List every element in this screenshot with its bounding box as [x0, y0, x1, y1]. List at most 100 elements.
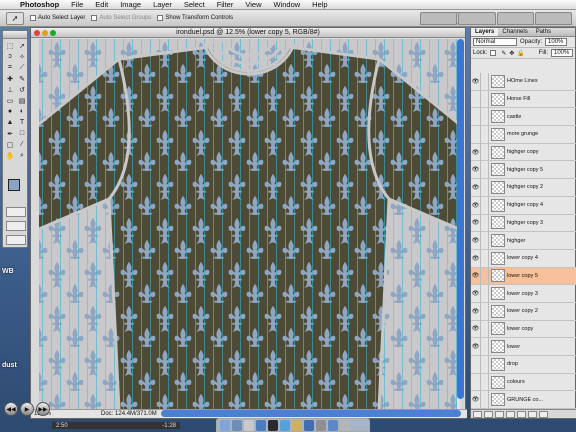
app-menu[interactable]: Photoshop: [14, 0, 65, 9]
lock-all-icon[interactable]: 🔒: [517, 50, 524, 57]
zoom-tool-icon[interactable]: ⌕: [16, 150, 28, 161]
layer-link-cell[interactable]: [481, 391, 489, 409]
layer-row[interactable]: colours: [471, 373, 576, 392]
layer-link-cell[interactable]: [481, 143, 489, 161]
desktop-label-wb[interactable]: WB: [2, 268, 14, 275]
dock-app-icon[interactable]: [280, 420, 290, 431]
layer-row[interactable]: 👁 lower copy: [471, 320, 576, 339]
screen-mode-button[interactable]: [6, 221, 26, 231]
layer-link-cell[interactable]: [481, 249, 489, 267]
eraser-tool-icon[interactable]: ▭: [4, 95, 16, 106]
menu-help[interactable]: Help: [306, 0, 333, 9]
dock-app-icon[interactable]: [328, 420, 338, 431]
document-titlebar[interactable]: ironduel.psd @ 12.5% (lower copy 5, RGB/…: [31, 28, 465, 38]
layer-link-cell[interactable]: [481, 214, 489, 232]
dock-app-icon[interactable]: [268, 420, 278, 431]
eyedropper-tool-icon[interactable]: ⁄: [16, 139, 28, 150]
layer-row[interactable]: 👁 GRUNGE co...: [471, 391, 576, 410]
dock-app-icon[interactable]: [256, 420, 266, 431]
layer-row[interactable]: 👁 highger: [471, 232, 576, 250]
layer-link-cell[interactable]: [481, 196, 489, 214]
layer-row[interactable]: 👁 lower copy 2: [471, 302, 576, 321]
menu-select[interactable]: Select: [178, 0, 211, 9]
clone-stamp-tool-icon[interactable]: ⊥: [4, 84, 16, 95]
new-layer-button[interactable]: [528, 411, 537, 418]
playback-progress-bar[interactable]: 2:50 -1:28: [52, 422, 180, 429]
gradient-tool-icon[interactable]: ▤: [16, 95, 28, 106]
visibility-eye-icon[interactable]: 👁: [471, 232, 481, 249]
menu-filter[interactable]: Filter: [211, 0, 240, 9]
layer-row[interactable]: 👁 HOme Lines: [471, 73, 576, 91]
quick-mask-button[interactable]: [6, 207, 26, 217]
new-group-button[interactable]: [506, 411, 515, 418]
dock-trash-icon[interactable]: [340, 420, 350, 431]
dock-app-icon[interactable]: [292, 420, 302, 431]
add-mask-button[interactable]: [495, 411, 504, 418]
lock-position-icon[interactable]: ✥: [509, 50, 514, 57]
layer-row[interactable]: 👁 highger copy 5: [471, 161, 576, 180]
visibility-eye-icon[interactable]: 👁: [471, 196, 481, 214]
layer-style-button[interactable]: [484, 411, 493, 418]
menu-edit[interactable]: Edit: [89, 0, 114, 9]
menu-file[interactable]: File: [65, 0, 89, 9]
visibility-eye-icon[interactable]: 👁: [471, 302, 481, 320]
dock-app-icon[interactable]: [232, 420, 242, 431]
visibility-eye-icon[interactable]: 👁: [471, 179, 481, 196]
zoom-button[interactable]: [50, 30, 56, 36]
layer-link-cell[interactable]: [481, 302, 489, 320]
delete-layer-button[interactable]: [539, 411, 548, 418]
dock-app-icon[interactable]: [316, 420, 326, 431]
visibility-eye-icon[interactable]: 👁: [471, 391, 481, 409]
canvas[interactable]: [39, 39, 459, 410]
layer-row[interactable]: castle: [471, 108, 576, 127]
visibility-eye-icon[interactable]: [471, 356, 481, 373]
blend-mode-select[interactable]: Normal: [473, 38, 517, 46]
visibility-eye-icon[interactable]: 👁: [471, 267, 481, 285]
dock-finder-icon[interactable]: [220, 420, 230, 431]
layer-row[interactable]: 👁 lower copy 3: [471, 285, 576, 303]
fill-input[interactable]: 100%: [551, 49, 573, 57]
layer-row[interactable]: 👁 lower: [471, 338, 576, 356]
layer-link-cell[interactable]: [481, 267, 489, 285]
tab-layers[interactable]: Layers: [471, 28, 499, 36]
visibility-eye-icon[interactable]: [471, 90, 481, 108]
palette-well-tab[interactable]: [420, 12, 458, 25]
dock-app-icon[interactable]: [304, 420, 314, 431]
path-selection-tool-icon[interactable]: ▲: [4, 117, 16, 128]
hand-tool-icon[interactable]: ✋: [4, 150, 16, 161]
layer-link-cell[interactable]: [481, 320, 489, 338]
visibility-eye-icon[interactable]: [471, 108, 481, 126]
lock-transparency-checkbox[interactable]: [490, 50, 497, 56]
vertical-scroll-thumb[interactable]: [457, 39, 464, 399]
visibility-eye-icon[interactable]: 👁: [471, 161, 481, 179]
slice-tool-icon[interactable]: ⟋: [16, 62, 28, 73]
dock-app-icon[interactable]: [244, 420, 254, 431]
menu-image[interactable]: Image: [114, 0, 147, 9]
visibility-eye-icon[interactable]: [471, 373, 481, 391]
visibility-eye-icon[interactable]: 👁: [471, 143, 481, 161]
adjustment-layer-button[interactable]: [517, 411, 526, 418]
shape-tool-icon[interactable]: □: [16, 128, 28, 139]
layer-row[interactable]: 👁 highger copy 4: [471, 196, 576, 215]
play-pause-icon[interactable]: ▶: [20, 402, 34, 416]
healing-brush-tool-icon[interactable]: ✚: [4, 73, 16, 84]
brush-tool-icon[interactable]: ✎: [16, 73, 28, 84]
palette-well-tab[interactable]: [458, 12, 496, 25]
previous-track-icon[interactable]: ◀◀: [4, 402, 18, 416]
move-tool-preset-icon[interactable]: ➚: [6, 11, 24, 25]
layer-link-cell[interactable]: [481, 179, 489, 196]
visibility-eye-icon[interactable]: 👁: [471, 320, 481, 338]
vertical-scrollbar[interactable]: [457, 39, 464, 409]
layer-row[interactable]: 👁 lower copy 5: [471, 267, 576, 286]
move-tool-icon[interactable]: ➚: [16, 40, 28, 51]
layer-row[interactable]: drop: [471, 356, 576, 374]
visibility-eye-icon[interactable]: [471, 126, 481, 143]
layer-link-cell[interactable]: [481, 108, 489, 126]
auto-select-groups-checkbox[interactable]: Auto Select Groups: [91, 15, 151, 21]
layer-link-cell[interactable]: [481, 73, 489, 90]
opacity-input[interactable]: 100%: [545, 38, 568, 46]
notes-tool-icon[interactable]: ▢: [4, 139, 16, 150]
visibility-eye-icon[interactable]: 👁: [471, 338, 481, 355]
layer-link-cell[interactable]: [481, 285, 489, 302]
history-brush-tool-icon[interactable]: ↺: [16, 84, 28, 95]
